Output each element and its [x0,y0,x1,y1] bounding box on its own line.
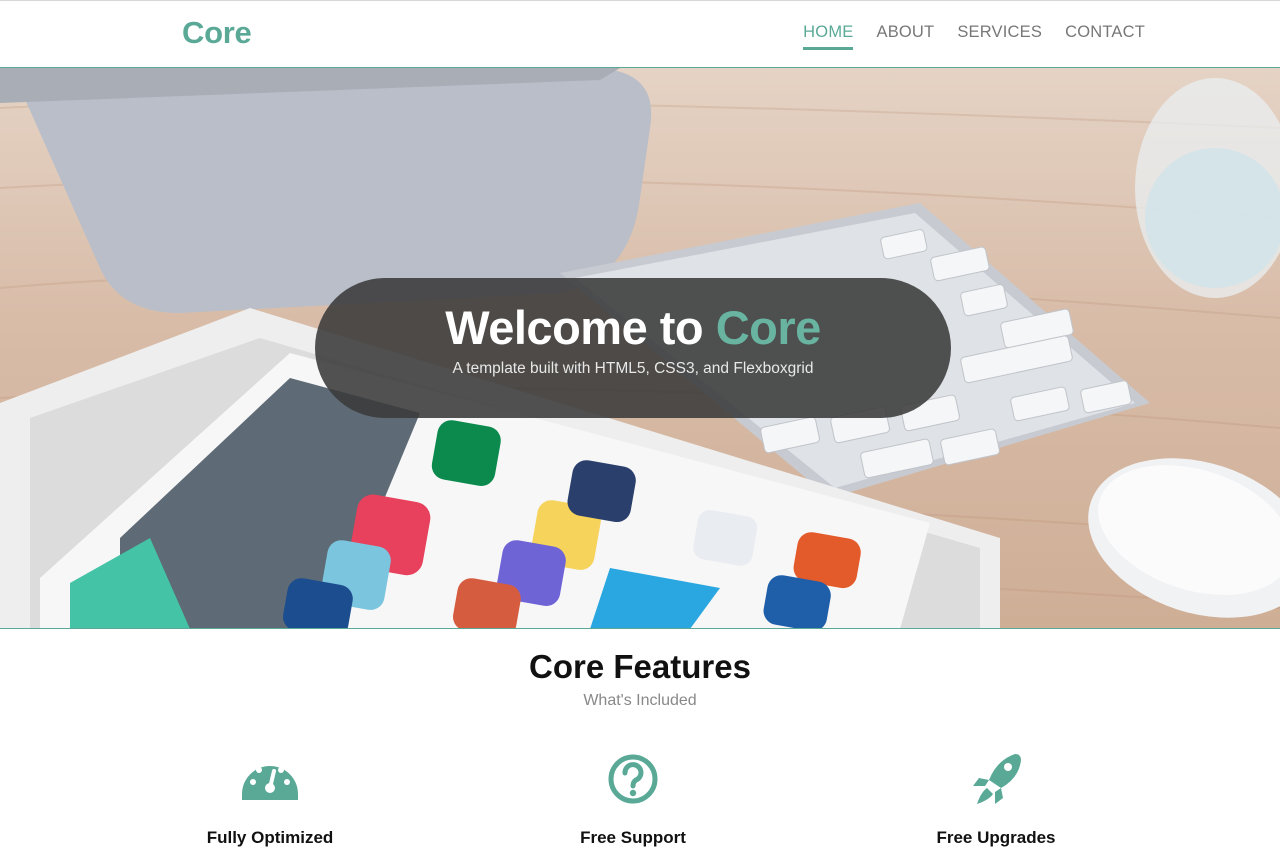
hero-title-prefix: Welcome to [445,301,704,354]
hero-title: Welcome to Core [315,300,951,355]
question-circle-icon [608,754,658,804]
hero-subtitle: A template built with HTML5, CSS3, and F… [452,360,814,377]
hero-banner: Welcome to Core A template built with HT… [315,278,951,418]
feature-free-support: Free Support [483,748,783,847]
nav-services[interactable]: SERVICES [957,23,1042,50]
features-subtitle: What's Included [583,692,697,709]
nav-about[interactable]: ABOUT [876,23,934,50]
brand-logo[interactable]: Core [182,15,252,51]
feature-fully-optimized: Fully Optimized [120,748,420,847]
feature-label: Fully Optimized [206,828,334,847]
feature-free-upgrades: Free Upgrades [846,748,1146,847]
nav-home[interactable]: HOME [803,23,854,50]
rocket-icon [973,754,1021,804]
hero-section: Welcome to Core A template built with HT… [0,68,1280,629]
hero-title-accent: Core [715,301,822,354]
main-nav: HOME ABOUT SERVICES CONTACT [803,23,1145,50]
features-title: Core Features [529,648,751,685]
feature-label: Free Upgrades [936,828,1056,847]
nav-contact[interactable]: CONTACT [1065,23,1145,50]
dashboard-gauge-icon [242,766,298,800]
feature-label: Free Support [580,828,686,847]
top-navbar: Core HOME ABOUT SERVICES CONTACT [0,0,1280,68]
